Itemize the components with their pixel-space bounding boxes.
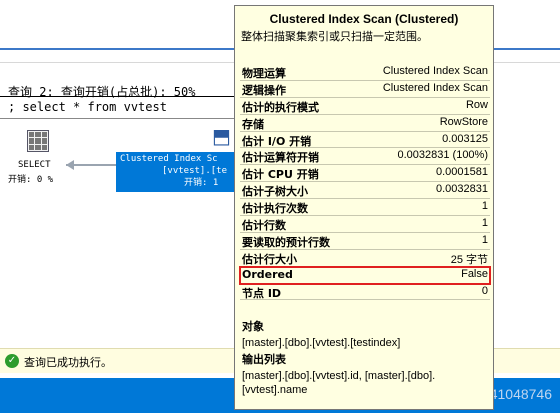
property-name: 估计行数	[242, 219, 286, 233]
scan-node-cost: 开销: 1	[184, 178, 219, 188]
tooltip-property-row: 要读取的预计行数 1	[240, 233, 490, 250]
property-value: RowStore	[439, 115, 488, 128]
property-value: 0.0001581	[436, 166, 488, 179]
property-name: 逻辑操作	[242, 83, 286, 97]
tooltip-property-row: 估计行数 1	[240, 216, 490, 233]
select-operator-icon	[27, 130, 49, 152]
object-value: [master].[dbo].[vvtest].[testindex]	[242, 337, 401, 349]
divider	[0, 96, 236, 97]
property-value: 1	[481, 217, 488, 230]
property-value: False	[461, 267, 488, 280]
property-value: Row	[465, 98, 488, 111]
property-name: 估计执行次数	[242, 202, 308, 216]
property-name: 节点 ID	[242, 286, 282, 300]
success-check-icon: ✓	[5, 354, 19, 368]
output-list-value: [master].[dbo].[vvtest].id, [master].[db…	[242, 370, 436, 396]
status-text: 查询已成功执行。	[24, 356, 112, 369]
property-value: 25 字节	[450, 253, 488, 266]
clustered-index-scan-node[interactable]: Clustered Index Sc [vvtest].[te 开销: 1	[116, 152, 236, 192]
operator-tooltip: Clustered Index Scan (Clustered) 整体扫描聚集索…	[234, 5, 494, 410]
tooltip-property-row: 估计 CPU 开销 0.0001581	[240, 165, 490, 183]
property-name: 估计 I/O 开销	[242, 134, 312, 148]
object-label: 对象	[242, 320, 264, 333]
scan-node-object: [vvtest].[te	[162, 166, 228, 176]
tooltip-property-row: 逻辑操作 Clustered Index Scan	[240, 81, 490, 98]
property-name: 要读取的预计行数	[242, 235, 330, 249]
tooltip-property-row: 节点 ID 0	[240, 284, 490, 301]
tooltip-property-row: 估计执行次数 1	[240, 199, 490, 217]
clustered-index-scan-icon: ⬒	[212, 124, 231, 148]
tooltip-property-row: 估计的执行模式 Row	[240, 98, 490, 115]
tooltip-property-row: 估计 I/O 开销 0.003125	[240, 132, 490, 149]
property-name: Ordered	[242, 267, 293, 281]
property-name: 估计运算符开销	[242, 151, 319, 165]
property-name: 存储	[242, 117, 264, 131]
property-value: 0.0032831 (100%)	[397, 149, 488, 162]
property-value: 0.003125	[442, 132, 488, 145]
property-name: 估计的执行模式	[242, 100, 319, 114]
property-value: 0.0032831	[436, 183, 488, 196]
select-node-cost: 开销: 0 %	[8, 175, 54, 185]
tooltip-property-row: 估计运算符开销 0.0032831 (100%)	[240, 148, 490, 166]
tooltip-property-row: 估计行大小 25 字节	[240, 250, 490, 267]
divider	[0, 118, 236, 119]
tooltip-property-row: Ordered False	[239, 265, 491, 285]
property-value: 0	[481, 284, 488, 297]
scan-node-title: Clustered Index Sc	[120, 154, 218, 164]
property-name: 估计 CPU 开销	[242, 168, 319, 182]
tooltip-property-row: 物理运算 Clustered Index Scan	[240, 64, 490, 81]
property-value: 1	[481, 233, 488, 246]
select-node-label: SELECT	[18, 160, 51, 170]
query-text: ; select * from vvtest	[8, 100, 167, 114]
output-list-label: 输出列表	[242, 353, 286, 366]
property-name: 物理运算	[242, 67, 286, 80]
data-flow-arrow	[66, 160, 120, 170]
tooltip-property-row: 估计子树大小 0.0032831	[240, 182, 490, 200]
property-name: 估计行大小	[242, 252, 297, 266]
tooltip-subtitle: 整体扫描聚集索引或只扫描一定范围。	[241, 30, 428, 43]
property-value: 1	[481, 200, 488, 213]
select-node[interactable]	[18, 130, 58, 152]
tooltip-property-row: 存储 RowStore	[240, 115, 490, 132]
tooltip-property-list: 物理运算 Clustered Index Scan 逻辑操作 Clustered In…	[239, 64, 491, 301]
property-value: Clustered Index Scan	[382, 65, 488, 77]
query-cost-header: 查询 2: 查询开销(占总批): 50%	[8, 85, 196, 99]
property-name: 估计子树大小	[242, 185, 308, 199]
tooltip-title: Clustered Index Scan (Clustered)	[269, 12, 459, 26]
property-value: Clustered Index Scan	[382, 81, 488, 94]
